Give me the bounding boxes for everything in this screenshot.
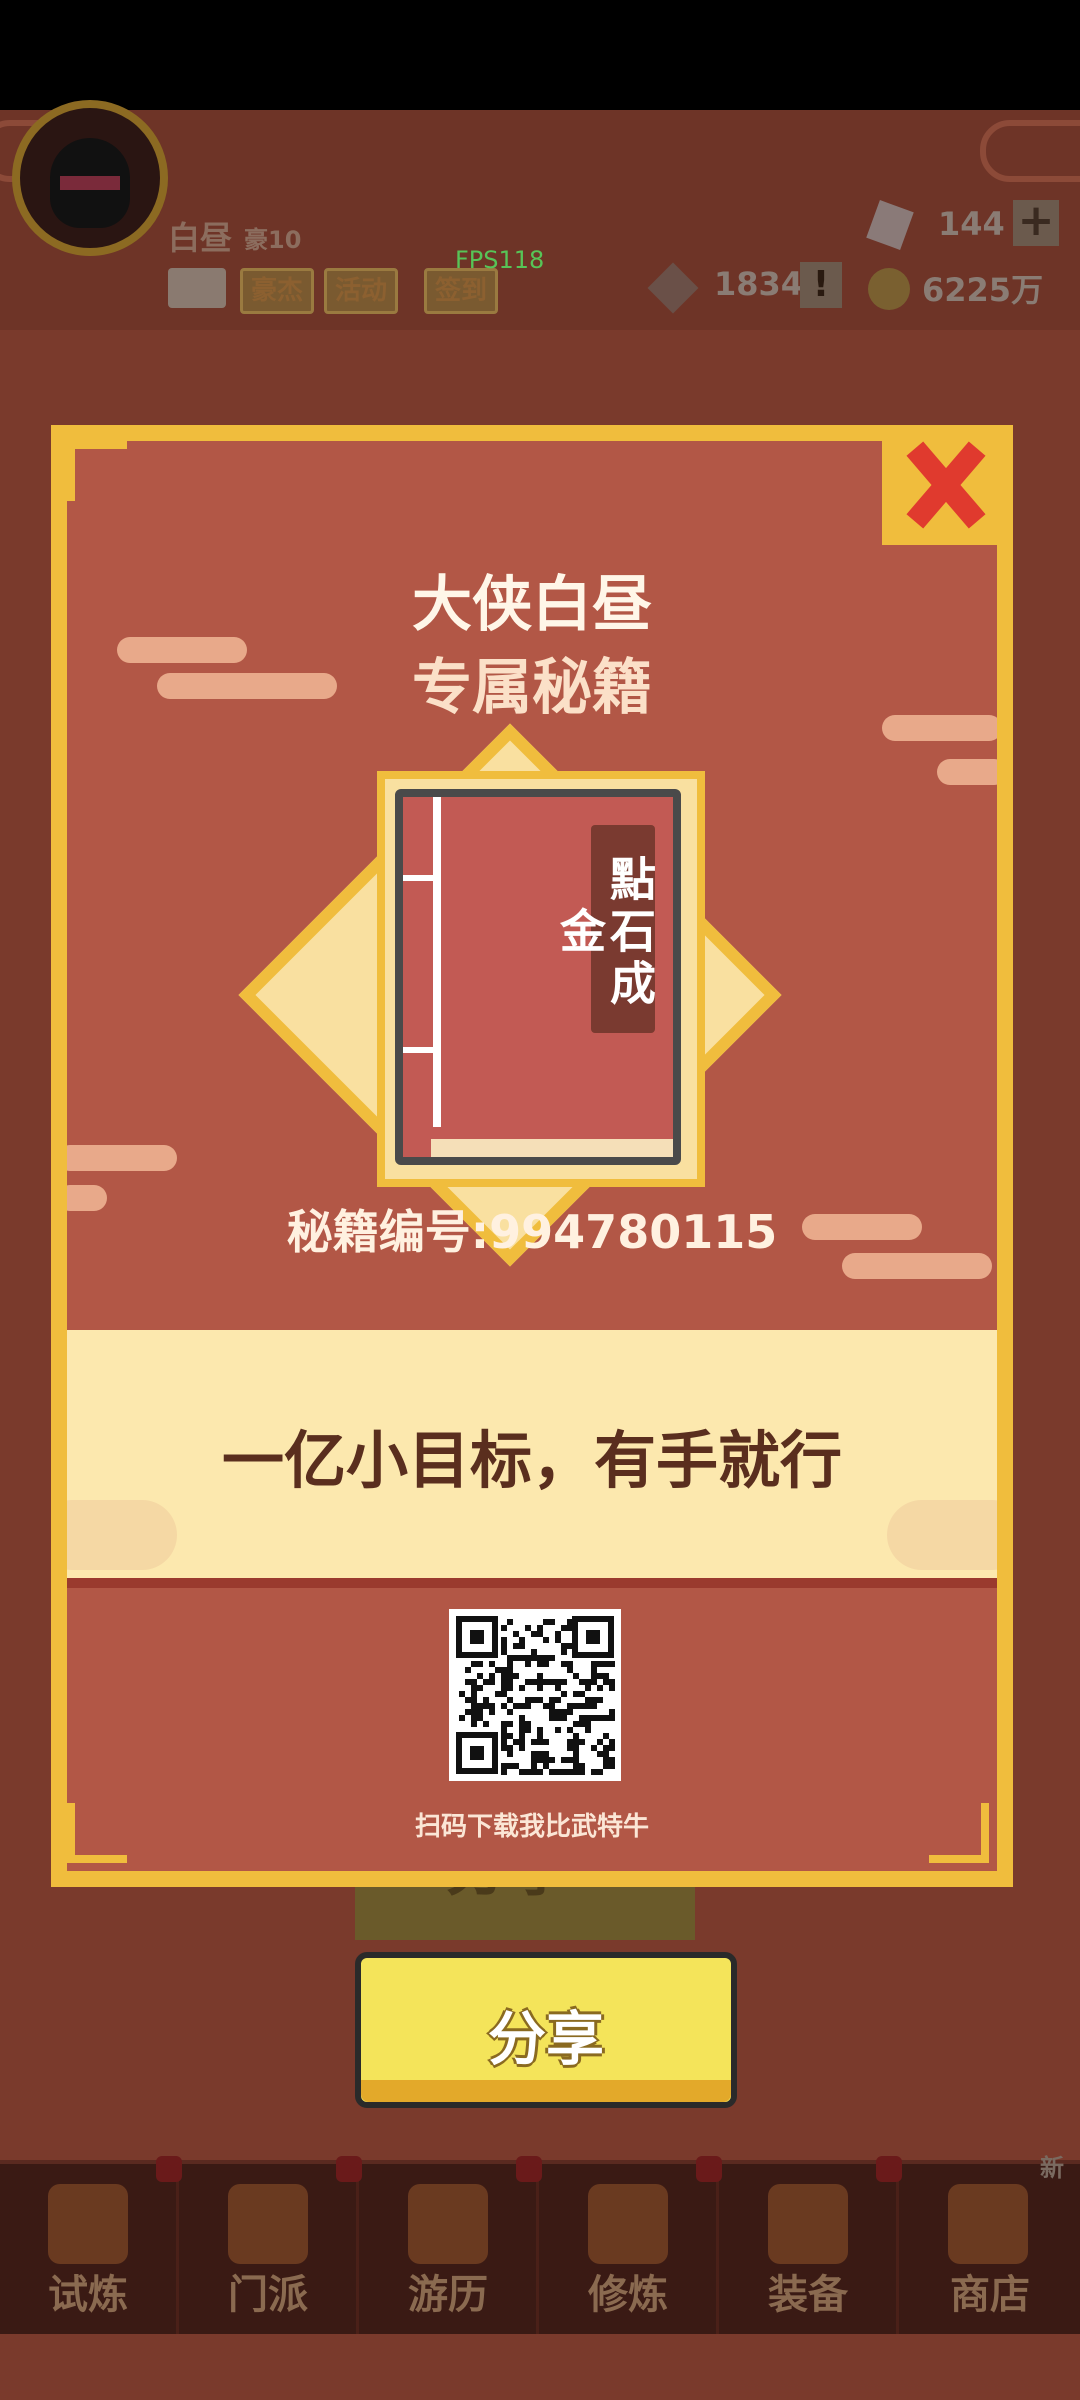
sect-icon bbox=[228, 2184, 308, 2264]
player-name: 白昼 bbox=[168, 219, 233, 257]
book-binding bbox=[403, 1047, 433, 1053]
cultivate-icon bbox=[588, 2184, 668, 2264]
cloud-decoration bbox=[937, 759, 997, 785]
event-button[interactable]: 活动 bbox=[324, 268, 399, 314]
fps-counter: FPS118 bbox=[455, 246, 545, 274]
book-id: 秘籍编号:994780115 bbox=[286, 1205, 778, 1259]
notification-dot bbox=[156, 2156, 182, 2182]
qr-code bbox=[449, 1609, 621, 1781]
player-level: 豪10 bbox=[244, 226, 302, 254]
slogan-banner: 一亿小目标，有手就行 bbox=[67, 1330, 997, 1588]
gold-count: 6225万 bbox=[922, 271, 1044, 309]
heroes-button[interactable]: 豪杰 bbox=[240, 268, 315, 314]
gem-count: 144 bbox=[938, 205, 1005, 243]
mail-icon[interactable] bbox=[168, 268, 226, 308]
book-title: 點石成金 bbox=[553, 825, 657, 1033]
nav-label: 装备 bbox=[768, 2272, 848, 2318]
avatar-headband bbox=[60, 176, 120, 190]
button-shade bbox=[361, 2080, 731, 2102]
book-spine bbox=[433, 797, 441, 1127]
add-gems-button[interactable]: + bbox=[1013, 199, 1059, 246]
shop-icon bbox=[948, 2184, 1028, 2264]
equipment-icon bbox=[768, 2184, 848, 2264]
notification-dot bbox=[516, 2156, 542, 2182]
share-label: 分享 bbox=[487, 2005, 604, 2073]
notification-dot bbox=[336, 2156, 362, 2182]
nav-label: 门派 bbox=[228, 2272, 308, 2318]
qr-caption: 扫码下载我比武特牛 bbox=[414, 1812, 649, 1842]
share-button[interactable]: 分享 bbox=[355, 1952, 737, 2108]
new-badge: 新 bbox=[1040, 2154, 1064, 2182]
close-x-icon bbox=[906, 441, 986, 529]
alert-icon[interactable]: ! bbox=[800, 262, 842, 308]
nav-item-sect[interactable]: 门派 bbox=[180, 2156, 362, 2334]
nav-item-shop[interactable]: 商店 bbox=[900, 2164, 1080, 2334]
cloud-decoration bbox=[980, 120, 1080, 182]
nav-label: 游历 bbox=[408, 2272, 488, 2318]
nav-label: 修炼 bbox=[588, 2272, 668, 2318]
gold-coin-icon bbox=[868, 268, 910, 310]
notification-dot bbox=[696, 2156, 722, 2182]
dialog-title: 大侠白昼 bbox=[412, 570, 652, 640]
stamina-count: 1834 bbox=[714, 265, 804, 303]
nav-label: 试炼 bbox=[48, 2272, 128, 2318]
notification-dot bbox=[876, 2156, 902, 2182]
book-pages bbox=[431, 1139, 673, 1157]
checkin-button[interactable]: 签到 bbox=[424, 268, 499, 314]
nav-item-trial[interactable]: 试炼 bbox=[0, 2156, 182, 2334]
trial-icon bbox=[48, 2184, 128, 2264]
bottom-nav: 试炼 门派 游历 修炼 装备 商店 bbox=[0, 2156, 1080, 2334]
book-binding bbox=[403, 875, 433, 881]
slogan-text: 一亿小目标，有手就行 bbox=[221, 1424, 842, 1497]
player-avatar[interactable] bbox=[12, 100, 168, 256]
dialog-subtitle: 专属秘籍 bbox=[412, 653, 652, 723]
cloud-decoration bbox=[887, 1500, 997, 1570]
travel-icon bbox=[408, 2184, 488, 2264]
nav-item-equipment[interactable]: 装备 bbox=[720, 2156, 902, 2334]
cloud-decoration bbox=[67, 1145, 177, 1171]
corner-ornament bbox=[67, 441, 127, 501]
top-bar bbox=[0, 110, 1080, 330]
secret-book-dialog: 大侠白昼 专属秘籍 點石成金 秘籍编号:994780115 一亿小目标，有手就行 bbox=[51, 425, 1013, 1887]
cloud-decoration bbox=[67, 1500, 177, 1570]
nav-item-cultivate[interactable]: 修炼 bbox=[540, 2156, 722, 2334]
nav-label: 商店 bbox=[950, 2272, 1030, 2318]
secret-book-icon: 點石成金 bbox=[395, 789, 681, 1165]
close-button[interactable] bbox=[882, 427, 1010, 545]
dialog-panel: 大侠白昼 专属秘籍 點石成金 秘籍编号:994780115 一亿小目标，有手就行 bbox=[67, 441, 997, 1871]
nav-item-travel[interactable]: 游历 bbox=[360, 2156, 542, 2334]
